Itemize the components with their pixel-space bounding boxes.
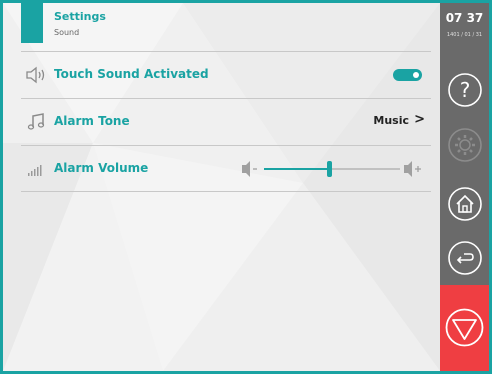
alarm-tone-label: Alarm Tone — [54, 114, 130, 128]
touch-sound-row[interactable]: Touch Sound Activated — [21, 53, 431, 97]
settings-panel: Settings Sound Touch Sound Activated Ala… — [3, 3, 440, 371]
divider — [21, 98, 431, 99]
screen: Settings Sound Touch Sound Activated Ala… — [3, 3, 489, 371]
alarm-tone-row[interactable]: Alarm Tone Music > — [21, 100, 431, 144]
stop-button[interactable] — [440, 285, 489, 371]
page-subtitle: Sound — [54, 28, 80, 37]
speaker-icon — [26, 66, 45, 84]
back-icon[interactable] — [446, 239, 484, 277]
alarm-volume-label: Alarm Volume — [54, 161, 149, 175]
clock: 07 37 — [445, 11, 484, 25]
divider — [21, 51, 431, 52]
volume-bars-icon — [28, 165, 42, 176]
page-title: Settings — [54, 10, 106, 23]
slider-thumb[interactable] — [327, 161, 332, 177]
volume-up-icon[interactable] — [404, 161, 421, 177]
toggle-knob — [413, 72, 419, 78]
stop-icon — [445, 308, 484, 347]
alarm-tone-value: Music — [373, 114, 409, 127]
alarm-volume-row: Alarm Volume — [21, 147, 431, 191]
music-note-icon — [27, 113, 45, 130]
header-accent — [21, 3, 43, 43]
touch-sound-label: Touch Sound Activated — [54, 67, 209, 81]
divider — [21, 191, 431, 192]
help-icon[interactable]: ? — [446, 71, 484, 109]
gear-icon — [448, 128, 482, 162]
volume-slider[interactable] — [240, 155, 430, 183]
volume-down-icon[interactable] — [242, 161, 257, 177]
sidebar: 07 37 1401 / 01 / 31 ? — [440, 3, 489, 371]
date: 1401 / 01 / 31 — [446, 32, 483, 38]
divider — [21, 145, 431, 146]
chevron-right-icon: > — [414, 112, 425, 127]
home-icon[interactable] — [446, 185, 484, 223]
touch-sound-toggle[interactable] — [393, 69, 422, 81]
svg-text:?: ? — [460, 78, 471, 102]
